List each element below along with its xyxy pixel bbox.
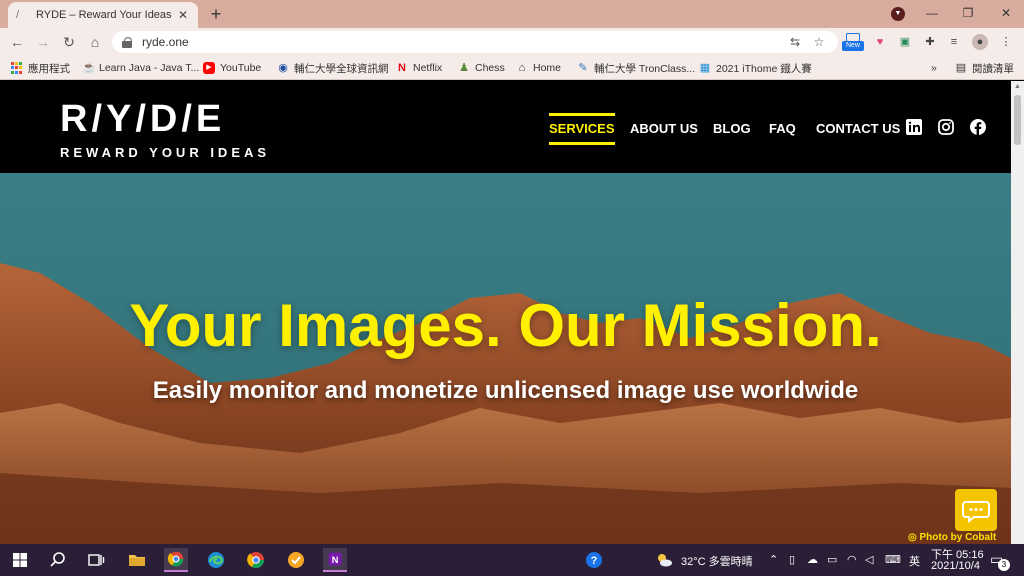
extension-new-icon[interactable]: New — [842, 33, 864, 51]
edge-icon[interactable] — [204, 548, 228, 572]
bookmark-fju[interactable]: ◉ 輔仁大學全球資訊網 — [277, 60, 388, 76]
svg-text:?: ? — [591, 555, 598, 567]
apps-icon — [11, 62, 23, 74]
address-bar[interactable]: ryde.one ⇆ ☆ — [112, 31, 838, 53]
chat-icon — [962, 501, 990, 524]
wifi-icon[interactable]: ◠ — [847, 553, 857, 566]
onedrive-icon[interactable]: ☁ — [807, 553, 818, 566]
photo-credit-icon: ◎ — [908, 532, 920, 543]
bookmark-netflix[interactable]: N Netflix — [396, 60, 442, 76]
keyboard-icon[interactable]: ⌨ — [885, 553, 901, 566]
youtube-icon: ▶ — [203, 62, 215, 74]
tronclass-icon: ✎ — [578, 62, 588, 74]
tab-title: RYDE – Reward Your Ideas — [36, 9, 172, 21]
start-windows-icon[interactable] — [8, 548, 32, 572]
ime-indicator[interactable]: 英 — [909, 553, 920, 569]
notification-count: 3 — [998, 559, 1010, 571]
battery-icon[interactable]: ▭ — [827, 553, 837, 566]
nav-faq[interactable]: FAQ — [769, 121, 796, 136]
profile-avatar[interactable]: ● — [972, 34, 988, 50]
chrome-profile-icon[interactable] — [164, 548, 188, 572]
extensions-puzzle-icon[interactable]: ✚ — [922, 34, 938, 50]
bookmarks-bar: 應用程式 ☕ Learn Java - Java T... ▶ YouTube … — [0, 56, 1024, 80]
svg-text:N: N — [332, 555, 339, 565]
file-explorer-icon[interactable] — [125, 548, 149, 572]
netflix-icon: N — [398, 62, 406, 74]
new-badge: New — [842, 41, 864, 51]
browser-toolbar: ← → ↻ ⌂ ryde.one ⇆ ☆ New ♥ ▣ ✚ ≡ ● ⋮ — [0, 28, 1024, 56]
more-bookmarks-button[interactable]: » — [931, 60, 937, 76]
fju-icon: ◉ — [278, 62, 288, 74]
browser-menu-icon[interactable]: ⋮ — [998, 34, 1014, 50]
nav-blog[interactable]: BLOG — [713, 121, 751, 136]
hero-section: Your Images. Our Mission. Easily monitor… — [0, 173, 1011, 544]
hero-title: Your Images. Our Mission. — [129, 292, 882, 359]
home-button[interactable]: ⌂ — [86, 33, 104, 51]
media-queue-icon[interactable]: ≡ — [946, 34, 962, 50]
reading-list-icon: ▤ — [955, 62, 967, 74]
restore-button[interactable]: ❐ — [954, 4, 982, 22]
hero-subtitle: Easily monitor and monetize unlicensed i… — [152, 377, 859, 404]
logo-tagline: REWARD YOUR IDEAS — [60, 145, 271, 160]
chat-button[interactable] — [955, 489, 997, 531]
windows-taskbar: N ? 32°C 多雲時晴 ⌃ ▯ ☁ ▭ ◠ ◁ ⌨ 英 下午 05:16 2… — [0, 544, 1024, 576]
weather-text[interactable]: 32°C 多雲時晴 — [681, 553, 753, 569]
nav-contact-us[interactable]: CONTACT US — [816, 121, 900, 136]
bookmark-ithome[interactable]: ▦ 2021 iThome 鐵人賽 — [699, 60, 812, 76]
reload-button[interactable]: ↻ — [60, 33, 78, 51]
tab-close-icon[interactable]: ✕ — [176, 8, 190, 22]
clock-date[interactable]: 2021/10/4 — [931, 560, 980, 572]
facebook-icon[interactable] — [970, 119, 986, 135]
lock-icon[interactable] — [122, 37, 134, 48]
browser-tab-strip: / RYDE – Reward Your Ideas ✕ + ▼ — ❐ ✕ — [0, 0, 1024, 28]
minimize-button[interactable]: — — [918, 4, 946, 22]
bookmark-star-icon[interactable]: ☆ — [810, 35, 828, 49]
nav-services[interactable]: SERVICES — [549, 113, 615, 145]
reading-list-button[interactable]: ▤ 閱讀清單 — [955, 60, 1014, 76]
instagram-icon[interactable] — [938, 119, 954, 135]
ithome-icon: ▦ — [699, 62, 711, 74]
nav-about-us[interactable]: ABOUT US — [630, 121, 698, 136]
bookmark-apps[interactable]: 應用程式 — [11, 60, 70, 76]
task-view-icon[interactable] — [84, 548, 108, 572]
tab-search-icon[interactable]: ▼ — [891, 7, 905, 21]
close-window-button[interactable]: ✕ — [992, 4, 1020, 22]
logo-mark: R/Y/D/E — [60, 98, 226, 140]
linkedin-icon[interactable] — [906, 119, 922, 135]
show-hidden-icons-icon[interactable]: ⌃ — [769, 553, 778, 566]
norton-shield-icon[interactable] — [284, 548, 308, 572]
volume-icon[interactable]: ◁ — [865, 553, 873, 566]
bookmark-tronclass[interactable]: ✎ 輔仁大學 TronClass... — [577, 60, 695, 76]
home-icon: ⌂ — [518, 62, 526, 74]
forward-button[interactable]: → — [34, 33, 52, 51]
site-header: R/Y/D/E REWARD YOUR IDEAS SERVICES ABOUT… — [0, 81, 1011, 173]
page-scrollbar[interactable]: ▲ — [1011, 81, 1024, 544]
browser-tab[interactable]: / RYDE – Reward Your Ideas ✕ — [8, 2, 198, 28]
scroll-up-icon[interactable]: ▲ — [1011, 81, 1024, 93]
bookmark-home[interactable]: ⌂ Home — [516, 60, 561, 76]
back-button[interactable]: ← — [8, 33, 26, 51]
help-icon[interactable]: ? — [582, 548, 606, 572]
new-tab-button[interactable]: + — [206, 4, 226, 24]
translate-icon[interactable]: ⇆ — [786, 35, 804, 49]
bookmark-learn-java[interactable]: ☕ Learn Java - Java T... — [82, 60, 199, 76]
bookmark-chess[interactable]: ♟ Chess — [458, 60, 505, 76]
chess-icon: ♟ — [459, 62, 469, 74]
search-icon[interactable] — [46, 548, 70, 572]
chrome-icon[interactable] — [244, 548, 268, 572]
extension-cast-icon[interactable]: ▣ — [897, 34, 913, 50]
onenote-icon[interactable]: N — [323, 548, 347, 572]
learn-java-icon: ☕ — [82, 62, 96, 74]
site-logo[interactable]: R/Y/D/E REWARD YOUR IDEAS — [60, 99, 270, 160]
tab-favicon-icon: / — [16, 9, 20, 21]
web-page: R/Y/D/E REWARD YOUR IDEAS SERVICES ABOUT… — [0, 81, 1011, 544]
photo-credit[interactable]: ◎ Photo by Cobalt — [908, 532, 996, 543]
weather-icon[interactable] — [652, 548, 676, 572]
meet-now-icon[interactable]: ▯ — [789, 553, 795, 566]
extension-heart-icon[interactable]: ♥ — [872, 34, 888, 50]
url-text[interactable]: ryde.one — [142, 35, 780, 49]
scrollbar-thumb[interactable] — [1014, 95, 1021, 145]
bookmark-youtube[interactable]: ▶ YouTube — [203, 60, 261, 76]
